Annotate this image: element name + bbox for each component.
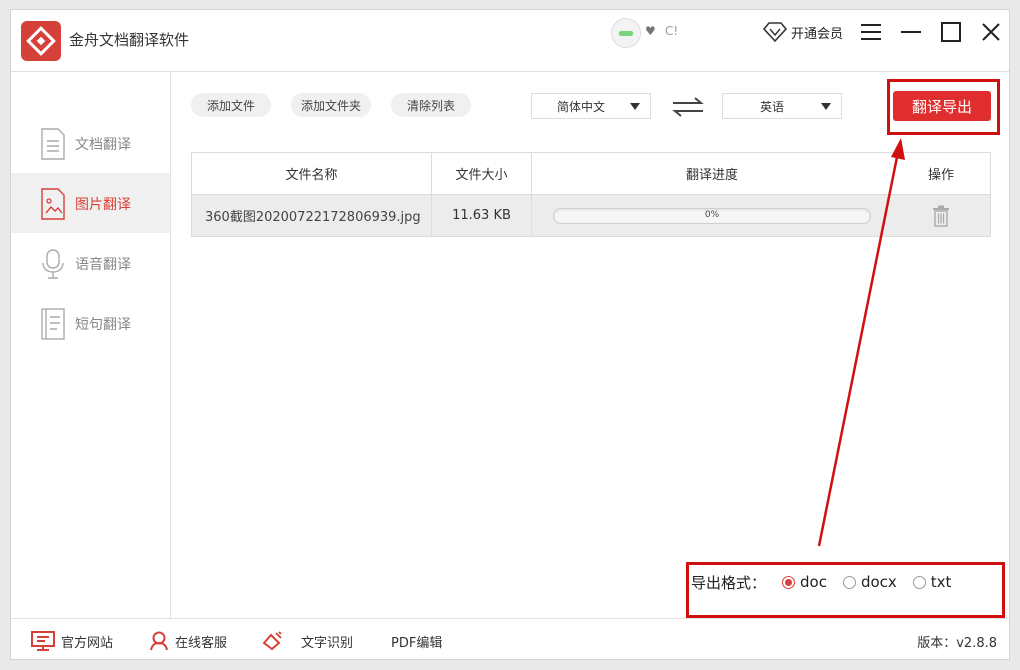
- trash-icon[interactable]: [932, 205, 950, 227]
- source-language-select[interactable]: 简体中文: [531, 93, 651, 119]
- format-radio-txt[interactable]: txt: [913, 573, 952, 591]
- official-site-link[interactable]: 官方网站: [31, 630, 113, 652]
- progress-cell: 0%: [532, 195, 892, 236]
- username: C!: [665, 24, 678, 38]
- title-bar: 金舟文档翻译软件 ♥ C! 开通会员: [11, 10, 1010, 72]
- pdf-edit-link[interactable]: PDF编辑: [391, 630, 442, 652]
- open-vip-button[interactable]: 开通会员: [763, 19, 843, 45]
- app-logo-icon: [21, 21, 61, 61]
- online-service-link[interactable]: 在线客服: [149, 630, 227, 652]
- clear-list-button[interactable]: 清除列表: [391, 93, 471, 117]
- column-header-filesize: 文件大小: [432, 153, 532, 194]
- user-support-icon: [149, 631, 169, 651]
- target-language-select[interactable]: 英语: [722, 93, 842, 119]
- progress-bar: 0%: [553, 208, 871, 224]
- menu-icon[interactable]: [857, 18, 885, 46]
- pdf-edit-label: PDF编辑: [391, 632, 442, 651]
- target-language-value: 英语: [723, 98, 821, 115]
- format-option-label: txt: [931, 573, 952, 591]
- version-text: 版本：v2.8.8: [917, 632, 997, 651]
- sidebar-item-voice-translate[interactable]: 语音翻译: [11, 233, 170, 293]
- sidebar-item-label: 语音翻译: [75, 254, 131, 274]
- add-file-button[interactable]: 添加文件: [191, 93, 271, 117]
- format-radio-doc[interactable]: doc: [782, 573, 827, 591]
- column-header-action: 操作: [892, 153, 990, 194]
- table-header: 文件名称 文件大小 翻译进度 操作: [192, 153, 990, 195]
- note-icon: [39, 308, 67, 340]
- chevron-down-icon: [821, 103, 831, 110]
- radio-dot: [782, 576, 795, 589]
- source-language-value: 简体中文: [532, 98, 630, 115]
- action-cell: [892, 195, 990, 236]
- app-window: 金舟文档翻译软件 ♥ C! 开通会员: [10, 9, 1010, 660]
- export-format-label: 导出格式：: [691, 572, 766, 593]
- translate-export-button[interactable]: 翻译导出: [893, 91, 991, 121]
- chevron-down-icon: [630, 103, 640, 110]
- export-format-group: 导出格式： doc docx txt: [691, 562, 951, 602]
- diamond-icon: [763, 21, 787, 43]
- sidebar-item-image-translate[interactable]: 图片翻译: [11, 173, 170, 233]
- sidebar-item-label: 文档翻译: [75, 134, 131, 154]
- format-option-label: docx: [861, 573, 897, 591]
- column-header-filename: 文件名称: [192, 153, 432, 194]
- official-site-label: 官方网站: [61, 632, 113, 651]
- swap-languages-icon[interactable]: [671, 96, 705, 118]
- sidebar-item-document-translate[interactable]: 文档翻译: [11, 113, 170, 173]
- microphone-icon: [39, 248, 67, 280]
- table-row[interactable]: 360截图20200722172806939.jpg 11.63 KB 0%: [192, 195, 990, 236]
- sidebar-item-label: 图片翻译: [75, 194, 131, 214]
- image-icon: [39, 188, 67, 220]
- add-folder-button[interactable]: 添加文件夹: [291, 93, 371, 117]
- progress-text: 0%: [554, 210, 870, 220]
- format-radio-docx[interactable]: docx: [843, 573, 897, 591]
- sidebar-item-sentence-translate[interactable]: 短句翻译: [11, 293, 170, 353]
- main-panel: 添加文件 添加文件夹 清除列表 简体中文 英语 翻译导出 文件名称 文件大小 翻…: [171, 72, 1010, 618]
- monitor-icon: [31, 631, 55, 651]
- document-icon: [39, 128, 67, 160]
- radio-dot: [913, 576, 926, 589]
- ocr-icon: [261, 631, 283, 651]
- user-avatar[interactable]: [611, 18, 641, 48]
- sidebar-item-label: 短句翻译: [75, 314, 131, 334]
- file-name-cell: 360截图20200722172806939.jpg: [192, 195, 432, 236]
- file-size-cell: 11.63 KB: [432, 195, 532, 236]
- ocr-link[interactable]: 文字识别: [261, 630, 353, 652]
- minimize-icon[interactable]: [897, 18, 925, 46]
- sidebar: 文档翻译 图片翻译 语音翻译 短句翻译: [11, 72, 171, 618]
- radio-dot: [843, 576, 856, 589]
- open-vip-label: 开通会员: [791, 23, 843, 42]
- column-header-progress: 翻译进度: [532, 153, 892, 194]
- format-option-label: doc: [800, 573, 827, 591]
- ocr-label: 文字识别: [301, 632, 353, 651]
- footer-bar: 官方网站 在线客服 文字识别 PDF编辑 版本：v2.8.8: [11, 618, 1010, 660]
- vip-status-icon: ♥: [645, 24, 656, 38]
- online-service-label: 在线客服: [175, 632, 227, 651]
- app-title: 金舟文档翻译软件: [69, 29, 189, 50]
- file-table: 文件名称 文件大小 翻译进度 操作 360截图20200722172806939…: [191, 152, 991, 237]
- close-icon[interactable]: [977, 18, 1005, 46]
- maximize-icon[interactable]: [937, 18, 965, 46]
